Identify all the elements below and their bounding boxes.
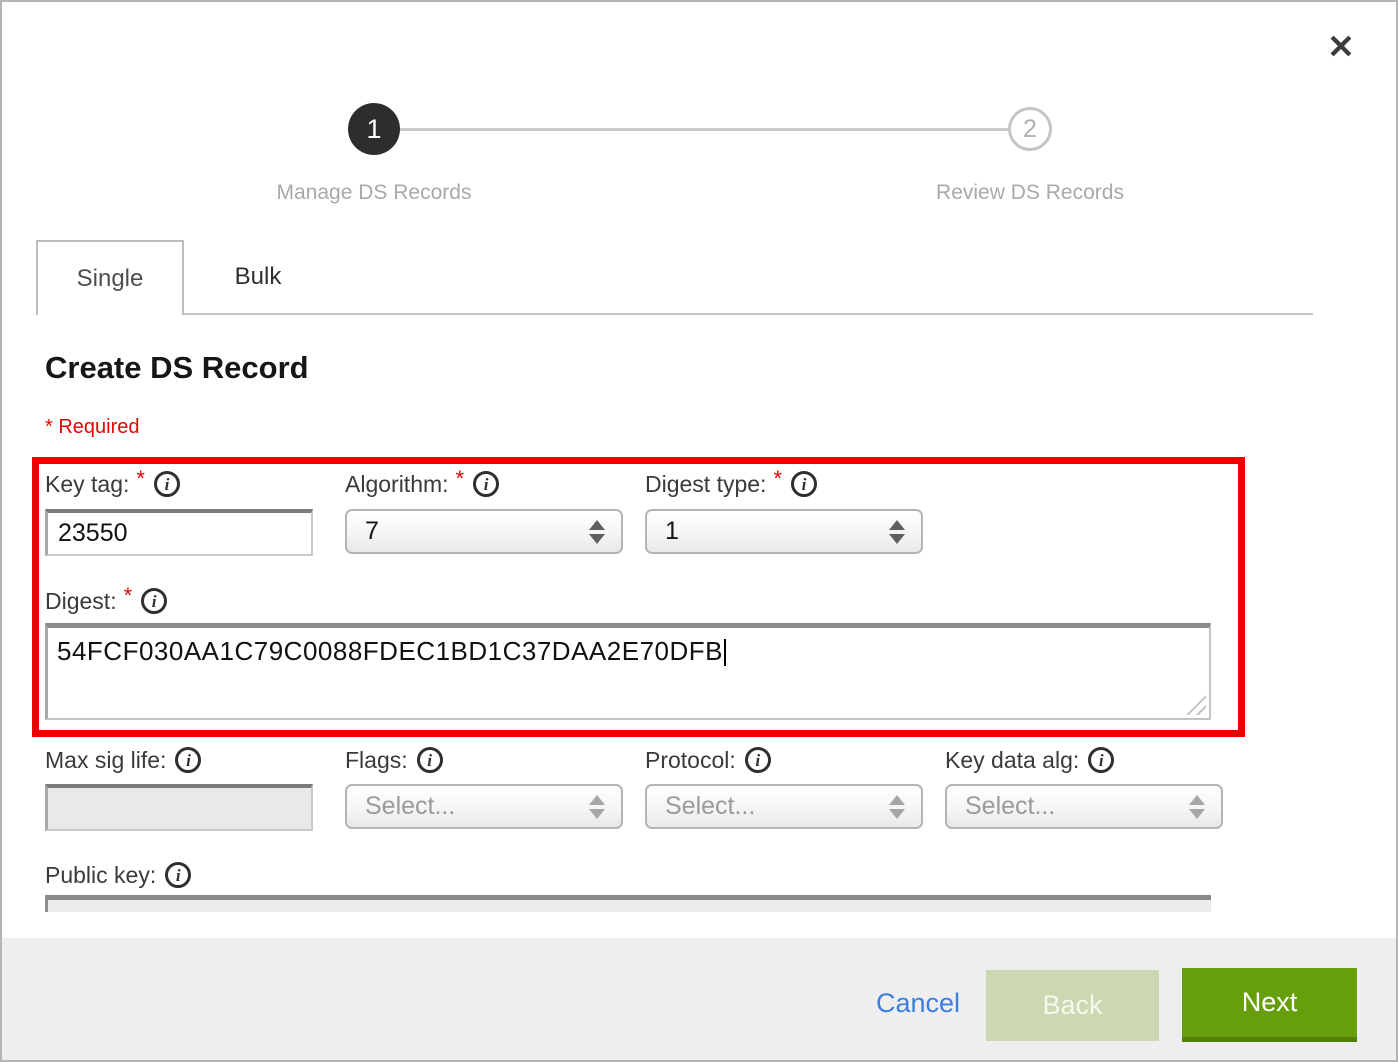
step-2-circle: 2 [1008, 107, 1052, 151]
footer: Cancel Back Next [2, 938, 1396, 1060]
digest-label-text: Digest: [45, 588, 117, 615]
key-data-alg-select-value: Select... [965, 792, 1055, 821]
info-icon[interactable]: i [791, 471, 817, 497]
protocol-label: Protocol: i [645, 745, 771, 775]
info-icon[interactable]: i [1088, 747, 1114, 773]
info-icon[interactable]: i [417, 747, 443, 773]
digest-type-select[interactable]: 1 [645, 509, 923, 554]
tab-bulk[interactable]: Bulk [184, 240, 332, 313]
flags-label-text: Flags: [345, 747, 408, 774]
digest-value: 54FCF030AA1C79C0088FDEC1BD1C37DAA2E70DFB [57, 636, 723, 666]
text-caret [724, 639, 726, 666]
step-1-circle: 1 [348, 103, 400, 155]
info-icon[interactable]: i [141, 588, 167, 614]
digest-label: Digest: * i [45, 586, 167, 616]
info-icon[interactable]: i [154, 471, 180, 497]
required-asterisk: * [124, 583, 133, 609]
create-ds-record-modal: ✕ 1 2 Manage DS Records Review DS Record… [0, 0, 1398, 1062]
chevron-up-down-icon [889, 520, 905, 544]
resize-handle-icon[interactable] [1186, 695, 1206, 715]
required-asterisk: * [136, 466, 145, 492]
algorithm-label-text: Algorithm: [345, 471, 449, 498]
algorithm-label: Algorithm: * i [345, 469, 499, 499]
digest-type-label-text: Digest type: [645, 471, 766, 498]
required-asterisk: * [773, 466, 782, 492]
chevron-up-down-icon [589, 795, 605, 819]
chevron-up-down-icon [889, 795, 905, 819]
step-1-label: Manage DS Records [224, 181, 524, 205]
max-sig-life-label-text: Max sig life: [45, 747, 166, 774]
public-key-label-text: Public key: [45, 862, 156, 889]
max-sig-life-input [45, 784, 313, 831]
back-button: Back [986, 970, 1159, 1041]
digest-type-select-value: 1 [665, 517, 679, 546]
algorithm-select[interactable]: 7 [345, 509, 623, 554]
key-data-alg-select[interactable]: Select... [945, 784, 1223, 829]
flags-label: Flags: i [345, 745, 443, 775]
public-key-label: Public key: i [45, 860, 191, 890]
step-2-label: Review DS Records [880, 181, 1180, 205]
protocol-label-text: Protocol: [645, 747, 736, 774]
flags-select-value: Select... [365, 792, 455, 821]
close-icon[interactable]: ✕ [1318, 24, 1364, 70]
protocol-select[interactable]: Select... [645, 784, 923, 829]
max-sig-life-label: Max sig life: i [45, 745, 201, 775]
info-icon[interactable]: i [175, 747, 201, 773]
info-icon[interactable]: i [165, 862, 191, 888]
required-note: * Required [45, 416, 140, 439]
digest-type-label: Digest type: * i [645, 469, 817, 499]
info-icon[interactable]: i [745, 747, 771, 773]
page-title: Create DS Record [45, 350, 309, 386]
info-icon[interactable]: i [473, 471, 499, 497]
algorithm-select-value: 7 [365, 517, 379, 546]
digest-textarea[interactable]: 54FCF030AA1C79C0088FDEC1BD1C37DAA2E70DFB [45, 623, 1211, 720]
chevron-up-down-icon [1189, 795, 1205, 819]
cancel-button[interactable]: Cancel [876, 988, 960, 1019]
key-tag-label-text: Key tag: [45, 471, 129, 498]
stepper-connector-line [400, 128, 1008, 131]
tabs-underline [36, 313, 1313, 315]
flags-select[interactable]: Select... [345, 784, 623, 829]
protocol-select-value: Select... [665, 792, 755, 821]
next-button[interactable]: Next [1182, 968, 1357, 1042]
tab-single[interactable]: Single [36, 240, 184, 315]
key-data-alg-label-text: Key data alg: [945, 747, 1079, 774]
key-data-alg-label: Key data alg: i [945, 745, 1114, 775]
required-asterisk: * [456, 466, 465, 492]
chevron-up-down-icon [589, 520, 605, 544]
key-tag-input[interactable] [45, 509, 313, 556]
public-key-textarea [45, 895, 1211, 912]
key-tag-label: Key tag: * i [45, 469, 180, 499]
